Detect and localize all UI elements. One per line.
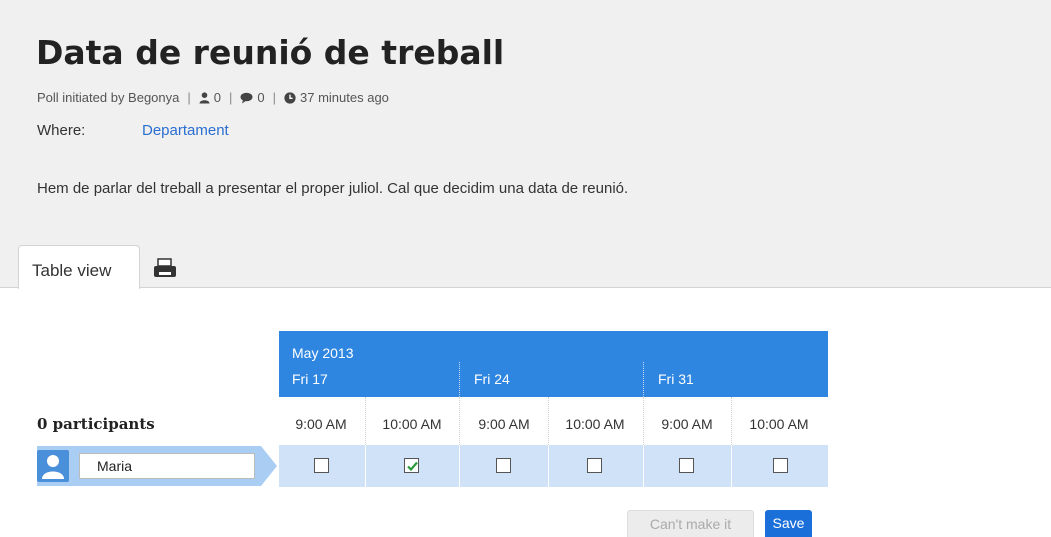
month-label: May 2013	[292, 345, 354, 361]
vote-checkbox[interactable]	[773, 458, 788, 473]
poll-header: Data de reunió de treball Poll initiated…	[0, 0, 1051, 288]
cant-make-it-button[interactable]: Can't make it	[627, 510, 754, 537]
poll-description: Hem de parlar del treball a presentar el…	[37, 180, 629, 197]
day-divider	[459, 362, 460, 397]
time-slot: 10:00 AM	[565, 416, 625, 432]
vote-checkbox[interactable]	[404, 458, 419, 473]
cell-divider	[731, 445, 732, 487]
comment-icon	[240, 92, 253, 103]
cell-divider	[365, 445, 366, 487]
day-divider	[643, 362, 644, 397]
time-slot: 10:00 AM	[749, 416, 809, 432]
participant-count: 0	[199, 90, 221, 105]
printer-icon[interactable]	[152, 258, 178, 280]
meta-separator: |	[229, 90, 233, 105]
clock-icon	[284, 91, 296, 104]
date-header	[279, 331, 828, 397]
time-slot: 9:00 AM	[661, 416, 713, 432]
day-label: Fri 31	[658, 371, 694, 387]
day-label: Fri 24	[474, 371, 510, 387]
vote-checkbox[interactable]	[587, 458, 602, 473]
participant-count-value: 0	[213, 90, 221, 105]
time-divider	[365, 397, 366, 445]
day-label: Fri 17	[292, 371, 328, 387]
vote-checkbox[interactable]	[679, 458, 694, 473]
participants-count: 0 participants	[37, 415, 155, 433]
cell-divider	[643, 445, 644, 487]
time-divider	[731, 397, 732, 445]
time-slot: 9:00 AM	[295, 416, 347, 432]
time-ago-value: 37 minutes ago	[300, 90, 389, 105]
cell-divider	[548, 445, 549, 487]
poll-title: Data de reunió de treball	[36, 33, 505, 72]
check-icon	[407, 461, 418, 472]
time-divider	[548, 397, 549, 445]
meta-separator: |	[272, 90, 277, 105]
time-slot: 10:00 AM	[382, 416, 442, 432]
meta-separator: |	[187, 90, 191, 105]
initiated-by: Poll initiated by Begonya	[37, 90, 180, 105]
vote-checkbox[interactable]	[496, 458, 511, 473]
time-slot: 9:00 AM	[478, 416, 530, 432]
vote-checkbox[interactable]	[314, 458, 329, 473]
tab-table-view[interactable]: Table view	[18, 245, 140, 289]
comment-count: 0	[240, 90, 265, 105]
vote-row	[279, 445, 828, 487]
time-divider	[643, 397, 644, 445]
where-value: Departament	[142, 122, 229, 139]
where-label: Where:	[37, 122, 86, 139]
time-ago: 37 minutes ago	[284, 90, 389, 105]
time-divider	[459, 397, 460, 445]
where-row: Where: Departament	[37, 122, 229, 139]
participant-name-input[interactable]	[79, 453, 255, 479]
cell-divider	[459, 445, 460, 487]
save-button[interactable]: Save	[765, 510, 812, 537]
user-icon	[199, 91, 210, 103]
poll-meta: Poll initiated by Begonya | 0 | 0 | 37 m…	[37, 90, 389, 105]
avatar-icon	[37, 450, 69, 482]
comment-count-value: 0	[257, 90, 265, 105]
